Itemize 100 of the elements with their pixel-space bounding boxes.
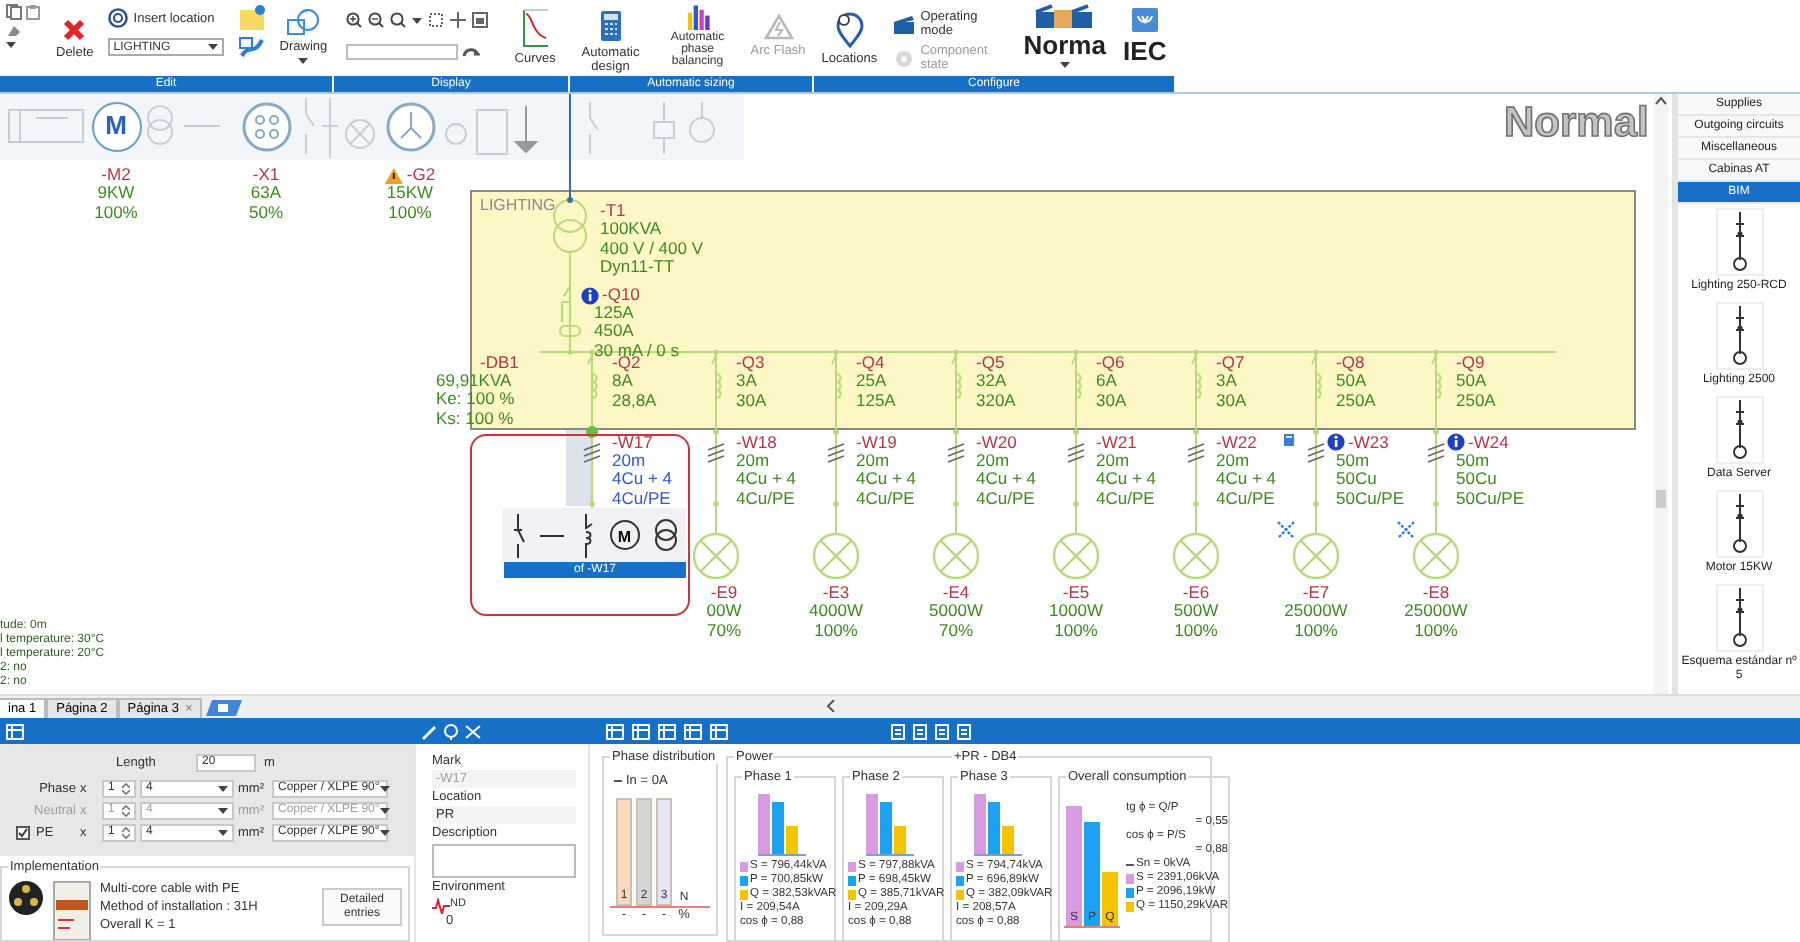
spinner-icon[interactable] [122, 825, 130, 839]
zoom-field[interactable] [346, 44, 459, 60]
component-ref: -X1 [252, 166, 280, 185]
motor-symbol[interactable]: M [91, 102, 141, 152]
circuit-symbol[interactable] [1715, 302, 1763, 370]
report-icon[interactable] [890, 723, 908, 739]
rating-text: 30A [1096, 391, 1127, 410]
component-ref: -E7 [1302, 584, 1330, 603]
feeder-line [569, 94, 571, 201]
load-text: 100% [94, 203, 138, 222]
new-page-icon[interactable] [206, 700, 243, 716]
circuit-symbol[interactable] [1715, 490, 1763, 558]
scrollbar[interactable] [1654, 94, 1668, 694]
component-ref: -Q7 [1216, 354, 1245, 373]
cable-symbol [827, 443, 845, 463]
component-ref: -W17 [612, 434, 653, 453]
info-icon[interactable] [1327, 433, 1345, 451]
cross-icon[interactable] [1276, 520, 1296, 540]
mini-bar-chart [758, 794, 806, 856]
table-icon[interactable] [606, 723, 624, 739]
table-icon[interactable] [658, 723, 676, 739]
selection-highlight [566, 430, 592, 506]
rating-text: 100% [1054, 621, 1098, 640]
table-icon[interactable] [684, 723, 702, 739]
edit-icon[interactable] [237, 34, 266, 60]
caret-icon[interactable] [6, 42, 16, 48]
caret-icon[interactable] [207, 44, 218, 50]
rating-text: 400 V / 400 V [600, 239, 704, 258]
report-icon[interactable] [912, 723, 930, 739]
info-icon[interactable] [581, 287, 599, 305]
location-pin-icon[interactable] [442, 723, 460, 739]
iec-button[interactable]: IEC [1123, 8, 1167, 64]
scroll-up-icon[interactable] [1654, 94, 1668, 106]
rating-text: 250A [1336, 391, 1376, 410]
caret-icon[interactable] [412, 17, 423, 23]
mode-label: Normal [1504, 100, 1649, 148]
caret-icon[interactable] [218, 829, 228, 835]
cable-text: 50m [1456, 452, 1490, 471]
cable-text: 4Cu + 4 [976, 470, 1037, 490]
switch-icon[interactable] [320, 94, 340, 160]
report-icon[interactable] [934, 723, 952, 739]
zoom-in-icon[interactable] [346, 12, 363, 28]
circuit-symbol[interactable] [1715, 208, 1763, 276]
rating-text: 100% [814, 621, 858, 640]
scroll-thumb-icon[interactable] [1656, 490, 1666, 508]
table-icon[interactable] [710, 723, 728, 739]
curves-icon [521, 8, 550, 48]
cable-text: 50Cu/PE [1456, 489, 1525, 508]
component-ref: -Q9 [1456, 354, 1485, 373]
redo-icon[interactable] [462, 46, 481, 58]
cable-symbol [707, 443, 725, 463]
scroll-left-icon[interactable] [826, 700, 836, 712]
selection-dot[interactable] [586, 426, 598, 438]
norma-button[interactable]: Norma [1023, 4, 1106, 68]
caret-icon[interactable] [379, 829, 390, 835]
cable-symbol [583, 443, 601, 463]
caret-icon[interactable] [379, 785, 390, 791]
report-icon[interactable] [956, 723, 974, 739]
component-ref: -E9 [710, 584, 738, 603]
cross-icon[interactable] [1396, 520, 1416, 540]
rating-text: 30A [736, 391, 767, 410]
circuit-symbol[interactable] [1715, 584, 1763, 652]
rating-text: 50A [1456, 372, 1487, 392]
copy-icon[interactable] [6, 4, 22, 20]
table-icon[interactable] [632, 723, 650, 739]
note-icon[interactable] [237, 4, 266, 30]
zoom-out-icon[interactable] [368, 12, 385, 28]
cable-text: 50Cu [1456, 470, 1497, 490]
select-icon[interactable] [428, 12, 445, 28]
edit-icon[interactable] [420, 723, 438, 739]
cable-symbol [1427, 443, 1445, 463]
rating-text: 32A [976, 372, 1007, 392]
component-ref: -W20 [976, 434, 1017, 453]
move-icon[interactable] [450, 12, 467, 28]
pe-checkbox[interactable] [16, 825, 30, 839]
paste-icon[interactable] [26, 4, 42, 20]
transformer-icon [651, 513, 680, 557]
component-ref: -E6 [1182, 584, 1210, 603]
breaker-symbol [711, 355, 722, 399]
component-ref: -Q3 [736, 354, 765, 373]
cable-symbol [1067, 443, 1085, 463]
caret-icon[interactable] [218, 785, 228, 791]
circuit-symbol[interactable] [1715, 396, 1763, 464]
rating-text: 4000W [809, 602, 863, 622]
component-ref: -E3 [822, 584, 850, 603]
cable-text: 20m [856, 452, 890, 471]
spinner-icon[interactable] [122, 781, 130, 795]
installation-icon [52, 880, 92, 940]
tag-icon[interactable] [1284, 434, 1294, 446]
zoom-fit-icon[interactable] [390, 12, 407, 28]
description-field[interactable] [432, 844, 576, 878]
calculator-icon [599, 10, 622, 42]
rating-text: Dyn11-TT [600, 257, 675, 277]
info-icon[interactable] [1447, 433, 1465, 451]
rating-text: 320A [976, 391, 1016, 410]
component-ref: -Q2 [612, 354, 641, 373]
component-ref: -Q4 [856, 354, 885, 373]
rating-text: 28,8A [612, 391, 657, 410]
grid-icon[interactable] [6, 723, 24, 739]
rating-text: 3A [1216, 372, 1237, 392]
